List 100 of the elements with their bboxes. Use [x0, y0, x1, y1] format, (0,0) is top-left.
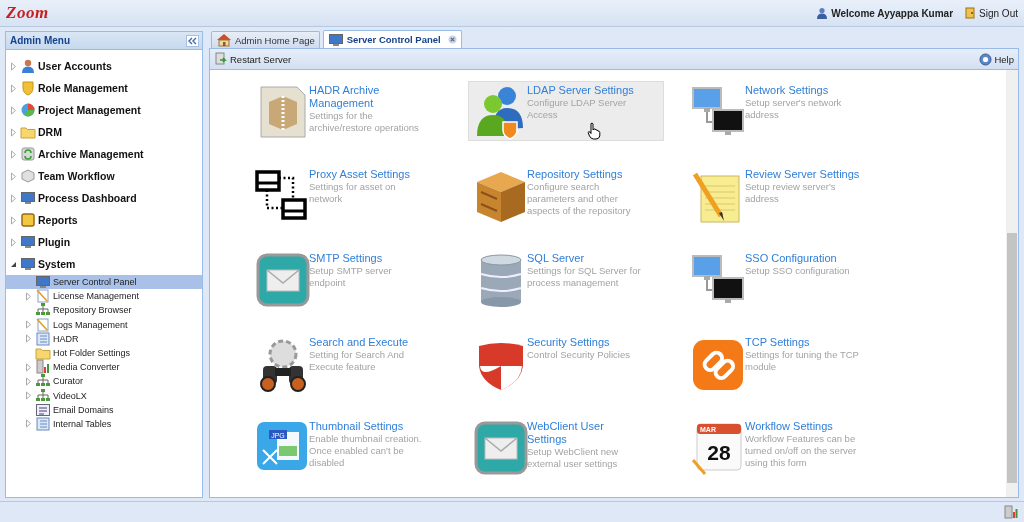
- tile-description: Configure LDAP Server Access: [527, 97, 628, 121]
- panel-title: Admin Menu: [10, 35, 70, 46]
- monitor-icon: [35, 274, 51, 291]
- monitor-icon: [20, 190, 36, 206]
- menu-item[interactable]: System: [6, 253, 202, 275]
- menu-item[interactable]: Curator: [6, 374, 202, 389]
- menu-item[interactable]: DRM: [6, 121, 202, 143]
- welcome-text: Welcome Ayyappa Kumar: [831, 7, 954, 19]
- collapse-button[interactable]: [186, 34, 199, 47]
- menu-item[interactable]: Internal Tables: [6, 416, 202, 432]
- menu-item[interactable]: Email Domains: [6, 402, 202, 417]
- door-icon: [964, 7, 977, 19]
- menu-item[interactable]: Archive Management: [6, 143, 202, 165]
- tile-description: Setup SSO configuration: [745, 265, 851, 277]
- menu-item[interactable]: Project Management: [6, 99, 202, 121]
- tile-title[interactable]: Thumbnail Settings: [309, 420, 426, 433]
- pie-chart-icon: [20, 102, 36, 118]
- hand-cursor-icon: [587, 122, 601, 140]
- tile-title[interactable]: SMTP Settings: [309, 252, 426, 265]
- chart-icon: [1004, 505, 1018, 519]
- document-icon: [35, 288, 51, 305]
- tile-description: Settings for asset on network: [309, 181, 397, 205]
- scrollbar[interactable]: [1006, 70, 1018, 497]
- folder-icon: [20, 124, 36, 140]
- tile-description: Setting for Search And Execute feature: [309, 349, 406, 373]
- settings-tile[interactable]: WebClient User Settings Setup WebClient new external user settings: [468, 417, 664, 475]
- settings-tile[interactable]: Repository Settings Configure search parameters and other aspects of the repository: [468, 165, 664, 223]
- restart-icon: [214, 52, 228, 66]
- tile-description: Settings for SQL Server for process management: [527, 265, 642, 289]
- chart-icon: [35, 359, 51, 376]
- tile-title[interactable]: WebClient User Settings: [527, 420, 644, 446]
- shield-icon: [20, 80, 36, 96]
- settings-tile[interactable]: Review Server Settings Setup review server's address: [686, 165, 882, 223]
- tile-title[interactable]: SSO Configuration: [745, 252, 862, 265]
- tile-description: Settings for tuning the TCP module: [745, 349, 860, 373]
- menu-item[interactable]: Team Workflow: [6, 165, 202, 187]
- menu-item[interactable]: Logs Management: [6, 317, 202, 332]
- tile-title[interactable]: Review Server Settings: [745, 168, 862, 181]
- menu-item[interactable]: Role Management: [6, 77, 202, 99]
- menu-item[interactable]: Plugin: [6, 231, 202, 253]
- list-icon: [35, 401, 51, 418]
- mail-icon: [255, 252, 311, 308]
- mail-icon: [473, 420, 529, 476]
- menu-item[interactable]: User Accounts: [6, 55, 202, 77]
- restart-server-button[interactable]: Restart Server: [214, 52, 292, 66]
- help-button[interactable]: Help: [979, 52, 1014, 66]
- settings-tile[interactable]: SSO Configuration Setup SSO configuration: [686, 249, 882, 307]
- settings-tile[interactable]: LDAP Server Settings Configure LDAP Server Access: [468, 81, 664, 141]
- person-icon: [816, 7, 829, 19]
- person-icon: [20, 58, 36, 74]
- settings-tile[interactable]: Search and Execute Setting for Search And Execute feature: [250, 333, 446, 391]
- document-icon: [35, 316, 51, 333]
- tile-title[interactable]: Security Settings: [527, 336, 644, 349]
- settings-tile[interactable]: SMTP Settings Setup SMTP server endpoint: [250, 249, 446, 307]
- table-icon: [35, 330, 51, 347]
- network-icon: [35, 387, 51, 404]
- tile-description: Workflow Features can be turned on/off on the server using this form: [745, 433, 858, 469]
- menu-item[interactable]: Hot Folder Settings: [6, 345, 202, 361]
- close-icon[interactable]: [447, 35, 457, 44]
- settings-tile[interactable]: SQL Server Settings for SQL Server for process management: [468, 249, 664, 307]
- sign-out-link[interactable]: Sign Out: [979, 7, 1018, 19]
- settings-tile[interactable]: Network Settings Setup server's network address: [686, 81, 882, 139]
- menu-item[interactable]: Reports: [6, 209, 202, 231]
- tile-title[interactable]: Proxy Asset Settings: [309, 168, 426, 181]
- tile-description: Setup review server's address: [745, 181, 837, 205]
- tile-description: Settings for the archive/restore operations: [309, 110, 420, 134]
- logo: Zoom: [6, 3, 49, 23]
- tile-title[interactable]: LDAP Server Settings: [527, 84, 644, 97]
- tile-description: Control Security Policies: [527, 349, 631, 361]
- monitor-icon: [20, 234, 36, 250]
- monitor-icon: [327, 31, 344, 48]
- settings-tile[interactable]: Proxy Asset Settings Settings for asset on network: [250, 165, 446, 223]
- settings-tile[interactable]: HADR Archive Management Settings for the archive/restore operations: [250, 81, 446, 139]
- settings-tile[interactable]: Security Settings Control Security Policies: [468, 333, 664, 391]
- folder-icon: [35, 345, 51, 362]
- house-icon: [216, 32, 232, 48]
- menu-item[interactable]: HADR: [6, 331, 202, 346]
- table-icon: [35, 415, 51, 432]
- menu-item[interactable]: Server Control Panel: [6, 275, 202, 290]
- tab[interactable]: Admin Home Page: [211, 31, 320, 48]
- tile-title[interactable]: Search and Execute: [309, 336, 426, 349]
- tile-description: Setup SMTP server endpoint: [309, 265, 393, 289]
- menu-item[interactable]: License Management: [6, 289, 202, 304]
- settings-tile[interactable]: TCP Settings Settings for tuning the TCP module: [686, 333, 882, 391]
- tile-description: Setup server's network address: [745, 97, 843, 121]
- tile-title[interactable]: TCP Settings: [745, 336, 862, 349]
- menu-item[interactable]: Media Converter: [6, 360, 202, 375]
- menu-item[interactable]: Process Dashboard: [6, 187, 202, 209]
- tile-title[interactable]: Repository Settings: [527, 168, 644, 181]
- tile-title[interactable]: Network Settings: [745, 84, 862, 97]
- menu-item[interactable]: VideoLX: [6, 388, 202, 403]
- tile-title[interactable]: SQL Server: [527, 252, 644, 265]
- tab[interactable]: Server Control Panel: [322, 30, 462, 48]
- monitor-icon: [20, 256, 36, 272]
- tile-title[interactable]: HADR Archive Management: [309, 84, 426, 110]
- tile-title[interactable]: Workflow Settings: [745, 420, 862, 433]
- tile-description: Setup WebClient new external user settings: [527, 446, 620, 470]
- menu-item[interactable]: Repository Browser: [6, 303, 202, 318]
- help-icon: [979, 52, 993, 66]
- tile-description: Enable thumbnail creation. Once enabled can't be disabled: [309, 433, 423, 469]
